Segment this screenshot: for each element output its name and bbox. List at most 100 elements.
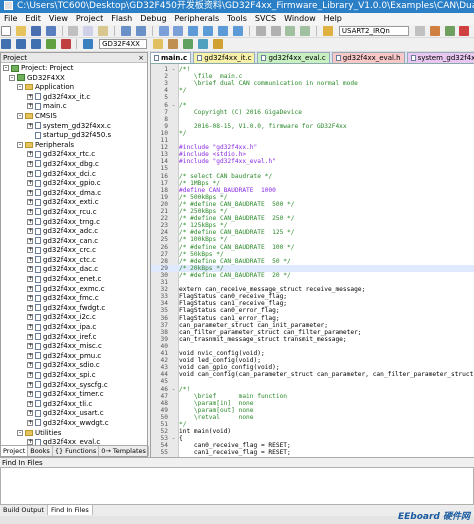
- code-line[interactable]: 40: [151, 343, 474, 350]
- code-line[interactable]: 10 */: [151, 130, 474, 137]
- editor-tab[interactable]: gd32f4xx_eval.h: [331, 52, 405, 63]
- copy-icon[interactable]: [83, 26, 94, 36]
- project-tab-2[interactable]: {} Functions: [53, 446, 100, 456]
- expand-toggle-icon[interactable]: +: [27, 208, 33, 215]
- bookmark-icon[interactable]: [188, 26, 199, 36]
- tree-target-item[interactable]: - Project: Project: [1, 64, 147, 74]
- next-bookmark-icon[interactable]: [218, 26, 228, 36]
- expand-toggle-icon[interactable]: +: [27, 160, 33, 167]
- build-icon[interactable]: [15, 39, 26, 49]
- code-line[interactable]: 55 can1_receive_flag = RESET;: [151, 449, 474, 456]
- expand-toggle-icon[interactable]: +: [27, 266, 33, 273]
- code-line[interactable]: 8: [151, 116, 474, 123]
- fold-marker-icon[interactable]: -: [168, 435, 179, 442]
- find-results-pane[interactable]: [0, 467, 474, 505]
- tree-file-item[interactable]: + gd32f4xx_sdio.c: [1, 361, 147, 371]
- tree-file-item[interactable]: + gd32f4xx_wwdgt.c: [1, 419, 147, 429]
- cut-icon[interactable]: [68, 26, 79, 36]
- expand-toggle-icon[interactable]: +: [27, 199, 33, 206]
- output-tab-0[interactable]: Build Output: [0, 505, 48, 515]
- code-line[interactable]: 31: [151, 279, 474, 286]
- expand-toggle-icon[interactable]: +: [27, 391, 33, 398]
- code-line[interactable]: 36 FlagStatus can1_error_flag;: [151, 315, 474, 322]
- tree-file-item[interactable]: + gd32f4xx_ipa.c: [1, 323, 147, 333]
- tree-file-item[interactable]: + gd32f4xx_rcu.c: [1, 208, 147, 218]
- menu-svcs[interactable]: SVCS: [251, 13, 280, 25]
- expand-toggle-icon[interactable]: -: [9, 74, 15, 81]
- tree-file-item[interactable]: + gd32f4xx_fwdgt.c: [1, 304, 147, 314]
- close-icon[interactable]: ×: [138, 53, 144, 63]
- expand-toggle-icon[interactable]: +: [27, 324, 33, 331]
- editor-tab[interactable]: gd32f4xx_it.c: [193, 52, 256, 63]
- expand-toggle-icon[interactable]: +: [27, 285, 33, 292]
- tree-file-item[interactable]: + gd32f4xx_i2c.c: [1, 313, 147, 323]
- expand-toggle-icon[interactable]: +: [27, 170, 33, 177]
- code-line[interactable]: 16 /* select CAN baudrate */: [151, 173, 474, 180]
- expand-toggle-icon[interactable]: +: [27, 352, 33, 359]
- expand-toggle-icon[interactable]: +: [27, 247, 33, 254]
- expand-toggle-icon[interactable]: +: [27, 362, 33, 369]
- tree-file-item[interactable]: + gd32f4xx_iref.c: [1, 333, 147, 343]
- code-line[interactable]: 46-/*!: [151, 386, 474, 393]
- code-line[interactable]: 51 */: [151, 421, 474, 428]
- expand-toggle-icon[interactable]: +: [27, 256, 33, 263]
- tree-file-item[interactable]: + gd32f4xx_misc.c: [1, 342, 147, 352]
- expand-toggle-icon[interactable]: +: [27, 228, 33, 235]
- code-line[interactable]: 30 /* #define CAN_BAUDRATE 20 */: [151, 272, 474, 279]
- output-tab-1[interactable]: Find In Files: [47, 505, 93, 515]
- tree-file-item[interactable]: + gd32f4xx_trng.c: [1, 218, 147, 228]
- code-line[interactable]: 4 */: [151, 87, 474, 94]
- menu-flash[interactable]: Flash: [107, 13, 136, 25]
- code-line[interactable]: 42 void led_config(void);: [151, 357, 474, 364]
- tree-file-item[interactable]: + main.c: [1, 102, 147, 112]
- code-line[interactable]: 18 #define CAN_BAUDRATE 1000: [151, 187, 474, 194]
- code-line[interactable]: 20 /* #define CAN_BAUDRATE 500 */: [151, 201, 474, 208]
- tree-file-item[interactable]: + gd32f4xx_syscfg.c: [1, 381, 147, 391]
- code-line[interactable]: 15: [151, 165, 474, 172]
- unindent-icon[interactable]: [270, 26, 281, 36]
- tree-file-item[interactable]: + gd32f4xx_crc.c: [1, 246, 147, 256]
- code-line[interactable]: 32 extern can_receive_message_struct rece…: [151, 286, 474, 293]
- code-line[interactable]: 48 \param[in] none: [151, 400, 474, 407]
- menu-help[interactable]: Help: [320, 13, 346, 25]
- translate-icon[interactable]: [1, 39, 11, 49]
- expand-toggle-icon[interactable]: +: [27, 93, 33, 100]
- expand-toggle-icon[interactable]: +: [27, 276, 33, 283]
- code-line[interactable]: 17 /* 1MBps */: [151, 180, 474, 187]
- code-line[interactable]: 25 /* 100kBps */: [151, 236, 474, 243]
- editor-tab[interactable]: main.c: [150, 52, 192, 63]
- code-line[interactable]: 7 Copyright (C) 2016 GigaDevice: [151, 109, 474, 116]
- expand-toggle-icon[interactable]: -: [3, 65, 9, 71]
- expand-toggle-icon[interactable]: +: [27, 333, 33, 340]
- find-icon[interactable]: [429, 26, 440, 36]
- tree-file-item[interactable]: + gd32f4xx_adc.c: [1, 227, 147, 237]
- code-line[interactable]: 6-/*: [151, 102, 474, 109]
- code-line[interactable]: 1-/*!: [151, 66, 474, 73]
- paste-icon[interactable]: [98, 26, 109, 36]
- tree-file-item[interactable]: + gd32f4xx_tli.c: [1, 400, 147, 410]
- code-line[interactable]: 35 FlagStatus can0_error_flag;: [151, 307, 474, 314]
- expand-toggle-icon[interactable]: +: [27, 295, 33, 302]
- expand-toggle-icon[interactable]: -: [17, 141, 23, 148]
- code-line[interactable]: 47 \brief main function: [151, 393, 474, 400]
- tree-file-item[interactable]: + gd32f4xx_timer.c: [1, 390, 147, 400]
- code-line[interactable]: 24 /* #define CAN_BAUDRATE 125 */: [151, 229, 474, 236]
- tree-file-item[interactable]: + gd32f4xx_dci.c: [1, 170, 147, 180]
- code-line[interactable]: 12 #include "gd32f4xx.h": [151, 144, 474, 151]
- code-line[interactable]: 29 /* 20kBps */: [151, 264, 474, 272]
- expand-toggle-icon[interactable]: +: [27, 400, 33, 407]
- editor-tab[interactable]: gd32f4xx_eval.c: [257, 52, 330, 63]
- code-editor[interactable]: 1-/*! 2 \file main.c 3 \brief dual CAN com…: [150, 64, 474, 457]
- code-line[interactable]: 26 /* #define CAN_BAUDRATE 100 */: [151, 244, 474, 251]
- file-extensions-icon[interactable]: [167, 39, 178, 49]
- tree-file-item[interactable]: + gd32f4xx_usart.c: [1, 409, 147, 419]
- prev-bookmark-icon[interactable]: [203, 26, 214, 36]
- find-combo[interactable]: USART2_IRQn: [338, 26, 409, 36]
- download-icon[interactable]: [83, 39, 94, 49]
- batch-build-icon[interactable]: [45, 39, 56, 49]
- tree-group-item[interactable]: - Application: [1, 83, 147, 93]
- code-line[interactable]: 37 can_parameter_struct can_init_paramete…: [151, 322, 474, 329]
- code-line[interactable]: 14 #include "gd32f4xx_eval.h": [151, 158, 474, 165]
- tree-file-item[interactable]: + gd32f4xx_dac.c: [1, 265, 147, 275]
- code-line[interactable]: 21 /* 250kBps */: [151, 208, 474, 215]
